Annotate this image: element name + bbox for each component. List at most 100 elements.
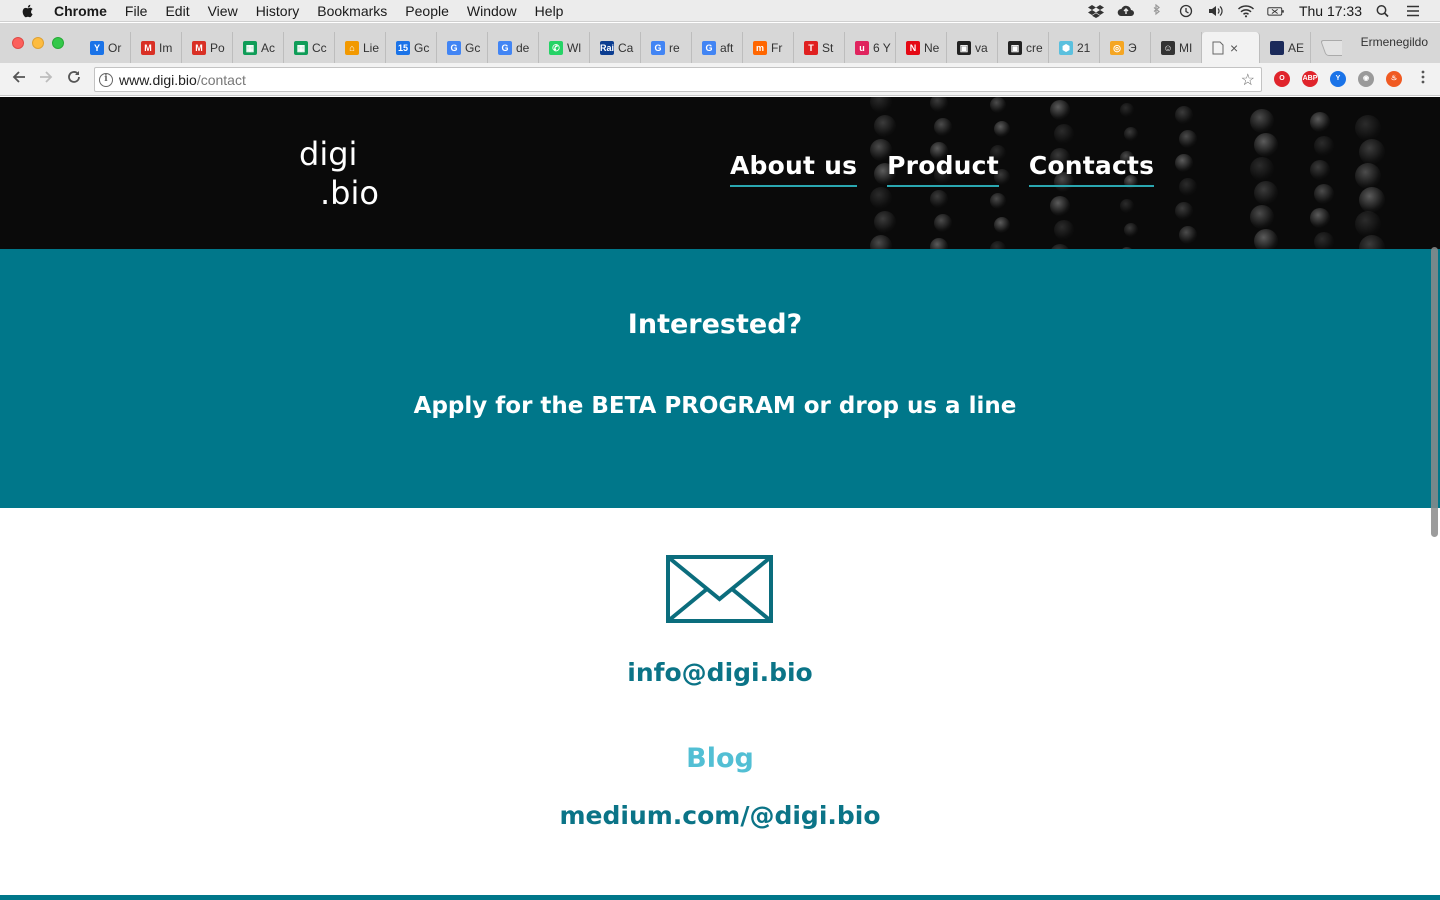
bokeh-bead	[990, 97, 1006, 113]
envelope-icon	[666, 555, 773, 623]
browser-tab[interactable]: Y Or	[80, 32, 131, 63]
browser-tab[interactable]: N Ne	[896, 32, 947, 63]
browser-tab[interactable]: m Fr	[743, 32, 794, 63]
menu-window[interactable]: Window	[467, 3, 517, 19]
tab-label: Or	[108, 40, 122, 55]
tab-favicon-icon	[1270, 40, 1284, 55]
bokeh-bead	[1179, 226, 1197, 244]
url-path: /contact	[196, 72, 246, 88]
tab-label: Gc	[465, 40, 481, 55]
bokeh-bead	[1124, 223, 1138, 237]
profile-name[interactable]: Ermenegildo	[1361, 35, 1428, 49]
browser-tab[interactable]: Gde	[488, 32, 539, 63]
web-page: digi .bio About us Product Contacts Inte…	[0, 97, 1440, 900]
menu-people[interactable]: People	[405, 3, 449, 19]
bokeh-bead	[1254, 133, 1278, 157]
browser-tab[interactable]: T St	[794, 32, 845, 63]
fire-icon[interactable]: ♨	[1386, 71, 1402, 87]
browser-tab[interactable]: 15 Gc	[386, 32, 437, 63]
volume-icon[interactable]	[1207, 4, 1225, 18]
bokeh-bead	[1310, 112, 1330, 132]
browser-tab[interactable]: G Gc	[437, 32, 488, 63]
nav-contacts[interactable]: Contacts	[1028, 151, 1155, 187]
opera-icon[interactable]: O	[1274, 71, 1290, 87]
browser-tab[interactable]: ▣ cre	[998, 32, 1049, 63]
menu-bookmarks[interactable]: Bookmarks	[317, 3, 387, 19]
browser-tab[interactable]: AE	[1260, 32, 1311, 63]
blog-heading: Blog	[686, 743, 754, 774]
browser-tab[interactable]: M Po	[182, 32, 233, 63]
reload-button[interactable]	[63, 69, 85, 89]
zoom-window-button[interactable]	[52, 37, 64, 49]
nav-product[interactable]: Product	[887, 151, 999, 187]
url-text[interactable]: www.digi.bio/contact	[119, 72, 246, 88]
browser-tab[interactable]: Rai Ca	[590, 32, 641, 63]
tab-favicon-icon: M	[141, 40, 155, 55]
tab-favicon-icon: ⬢	[1059, 40, 1073, 55]
bokeh-bead	[1314, 232, 1334, 249]
page-icon	[1212, 41, 1224, 54]
bokeh-bead	[994, 121, 1010, 137]
menubar-clock[interactable]: Thu 17:33	[1299, 3, 1362, 19]
interest-banner: Interested? Apply for the BETA PROGRAM o…	[0, 249, 1440, 508]
time-machine-icon[interactable]	[1177, 4, 1195, 18]
camera-icon[interactable]: ◉	[1358, 71, 1374, 87]
browser-tab[interactable]: M Im	[131, 32, 182, 63]
bokeh-bead	[1250, 157, 1274, 181]
tab-label: 6 Y	[873, 40, 891, 55]
spotlight-search-icon[interactable]	[1374, 4, 1392, 18]
tab-label: Cc	[312, 40, 327, 55]
browser-tab[interactable]: Gaft	[692, 32, 743, 63]
back-button[interactable]	[8, 69, 30, 89]
bokeh-bead	[870, 235, 892, 249]
bokeh-bead	[1254, 181, 1278, 205]
browser-tab[interactable]: ☺ MI	[1151, 32, 1202, 63]
tab-list: Y Or M Im M Po ▦ Ac ▦ Cc ⌂ Lie 15 Gc G Gc Gde ✆ Wl Rai Ca Gre…	[80, 32, 1342, 63]
menu-edit[interactable]: Edit	[165, 3, 189, 19]
nav-about-us[interactable]: About us	[730, 151, 858, 187]
menu-chrome[interactable]: Chrome	[54, 3, 107, 19]
browser-tab[interactable]: Gre	[641, 32, 692, 63]
browser-tab[interactable]: ✆ Wl	[539, 32, 590, 63]
y-extension-icon[interactable]: Y	[1330, 71, 1346, 87]
browser-tab[interactable]: ◎ Э	[1100, 32, 1151, 63]
address-bar[interactable]: i www.digi.bio/contact ☆	[94, 67, 1262, 92]
tab-favicon-icon: Y	[90, 40, 104, 55]
new-tab-button[interactable]	[1320, 40, 1342, 56]
browser-tab[interactable]: ⬢ 21	[1049, 32, 1100, 63]
tab-label: MI	[1179, 40, 1193, 55]
close-window-button[interactable]	[12, 37, 24, 49]
forward-button[interactable]	[35, 69, 57, 89]
wifi-icon[interactable]	[1237, 4, 1255, 18]
notification-center-icon[interactable]	[1404, 4, 1422, 18]
more-vert-icon	[1421, 70, 1425, 84]
browser-tab[interactable]: ⌂ Lie	[335, 32, 386, 63]
chrome-menu-button[interactable]	[1412, 69, 1434, 89]
browser-tab[interactable]: u 6 Y	[845, 32, 896, 63]
menu-help[interactable]: Help	[535, 3, 564, 19]
site-info-icon[interactable]: i	[99, 73, 113, 87]
email-link[interactable]: info@digi.bio	[0, 658, 1440, 687]
apple-icon[interactable]	[20, 3, 36, 19]
tab-favicon-icon: M	[192, 40, 206, 55]
blog-link[interactable]: medium.com/@digi.bio	[0, 801, 1440, 830]
minimize-window-button[interactable]	[32, 37, 44, 49]
browser-tab[interactable]: ▦ Cc	[284, 32, 335, 63]
site-logo[interactable]: digi .bio	[299, 135, 379, 213]
active-tab[interactable]: ×	[1202, 32, 1260, 63]
menu-view[interactable]: View	[208, 3, 238, 19]
tab-label: Fr	[771, 40, 783, 55]
browser-tab[interactable]: ▦ Ac	[233, 32, 284, 63]
menu-file[interactable]: File	[125, 3, 148, 19]
bookmark-star-icon[interactable]: ☆	[1241, 70, 1255, 90]
battery-icon[interactable]	[1267, 4, 1285, 18]
bluetooth-icon[interactable]	[1147, 4, 1165, 18]
dropbox-icon[interactable]	[1087, 4, 1105, 18]
adblock-icon[interactable]: ABP	[1302, 71, 1318, 87]
page-scrollbar[interactable]	[1431, 247, 1438, 537]
menu-history[interactable]: History	[256, 3, 300, 19]
cloud-upload-icon[interactable]	[1117, 4, 1135, 18]
close-tab-icon[interactable]: ×	[1230, 40, 1238, 56]
browser-tab[interactable]: ▣ va	[947, 32, 998, 63]
bokeh-bead	[1050, 196, 1070, 216]
